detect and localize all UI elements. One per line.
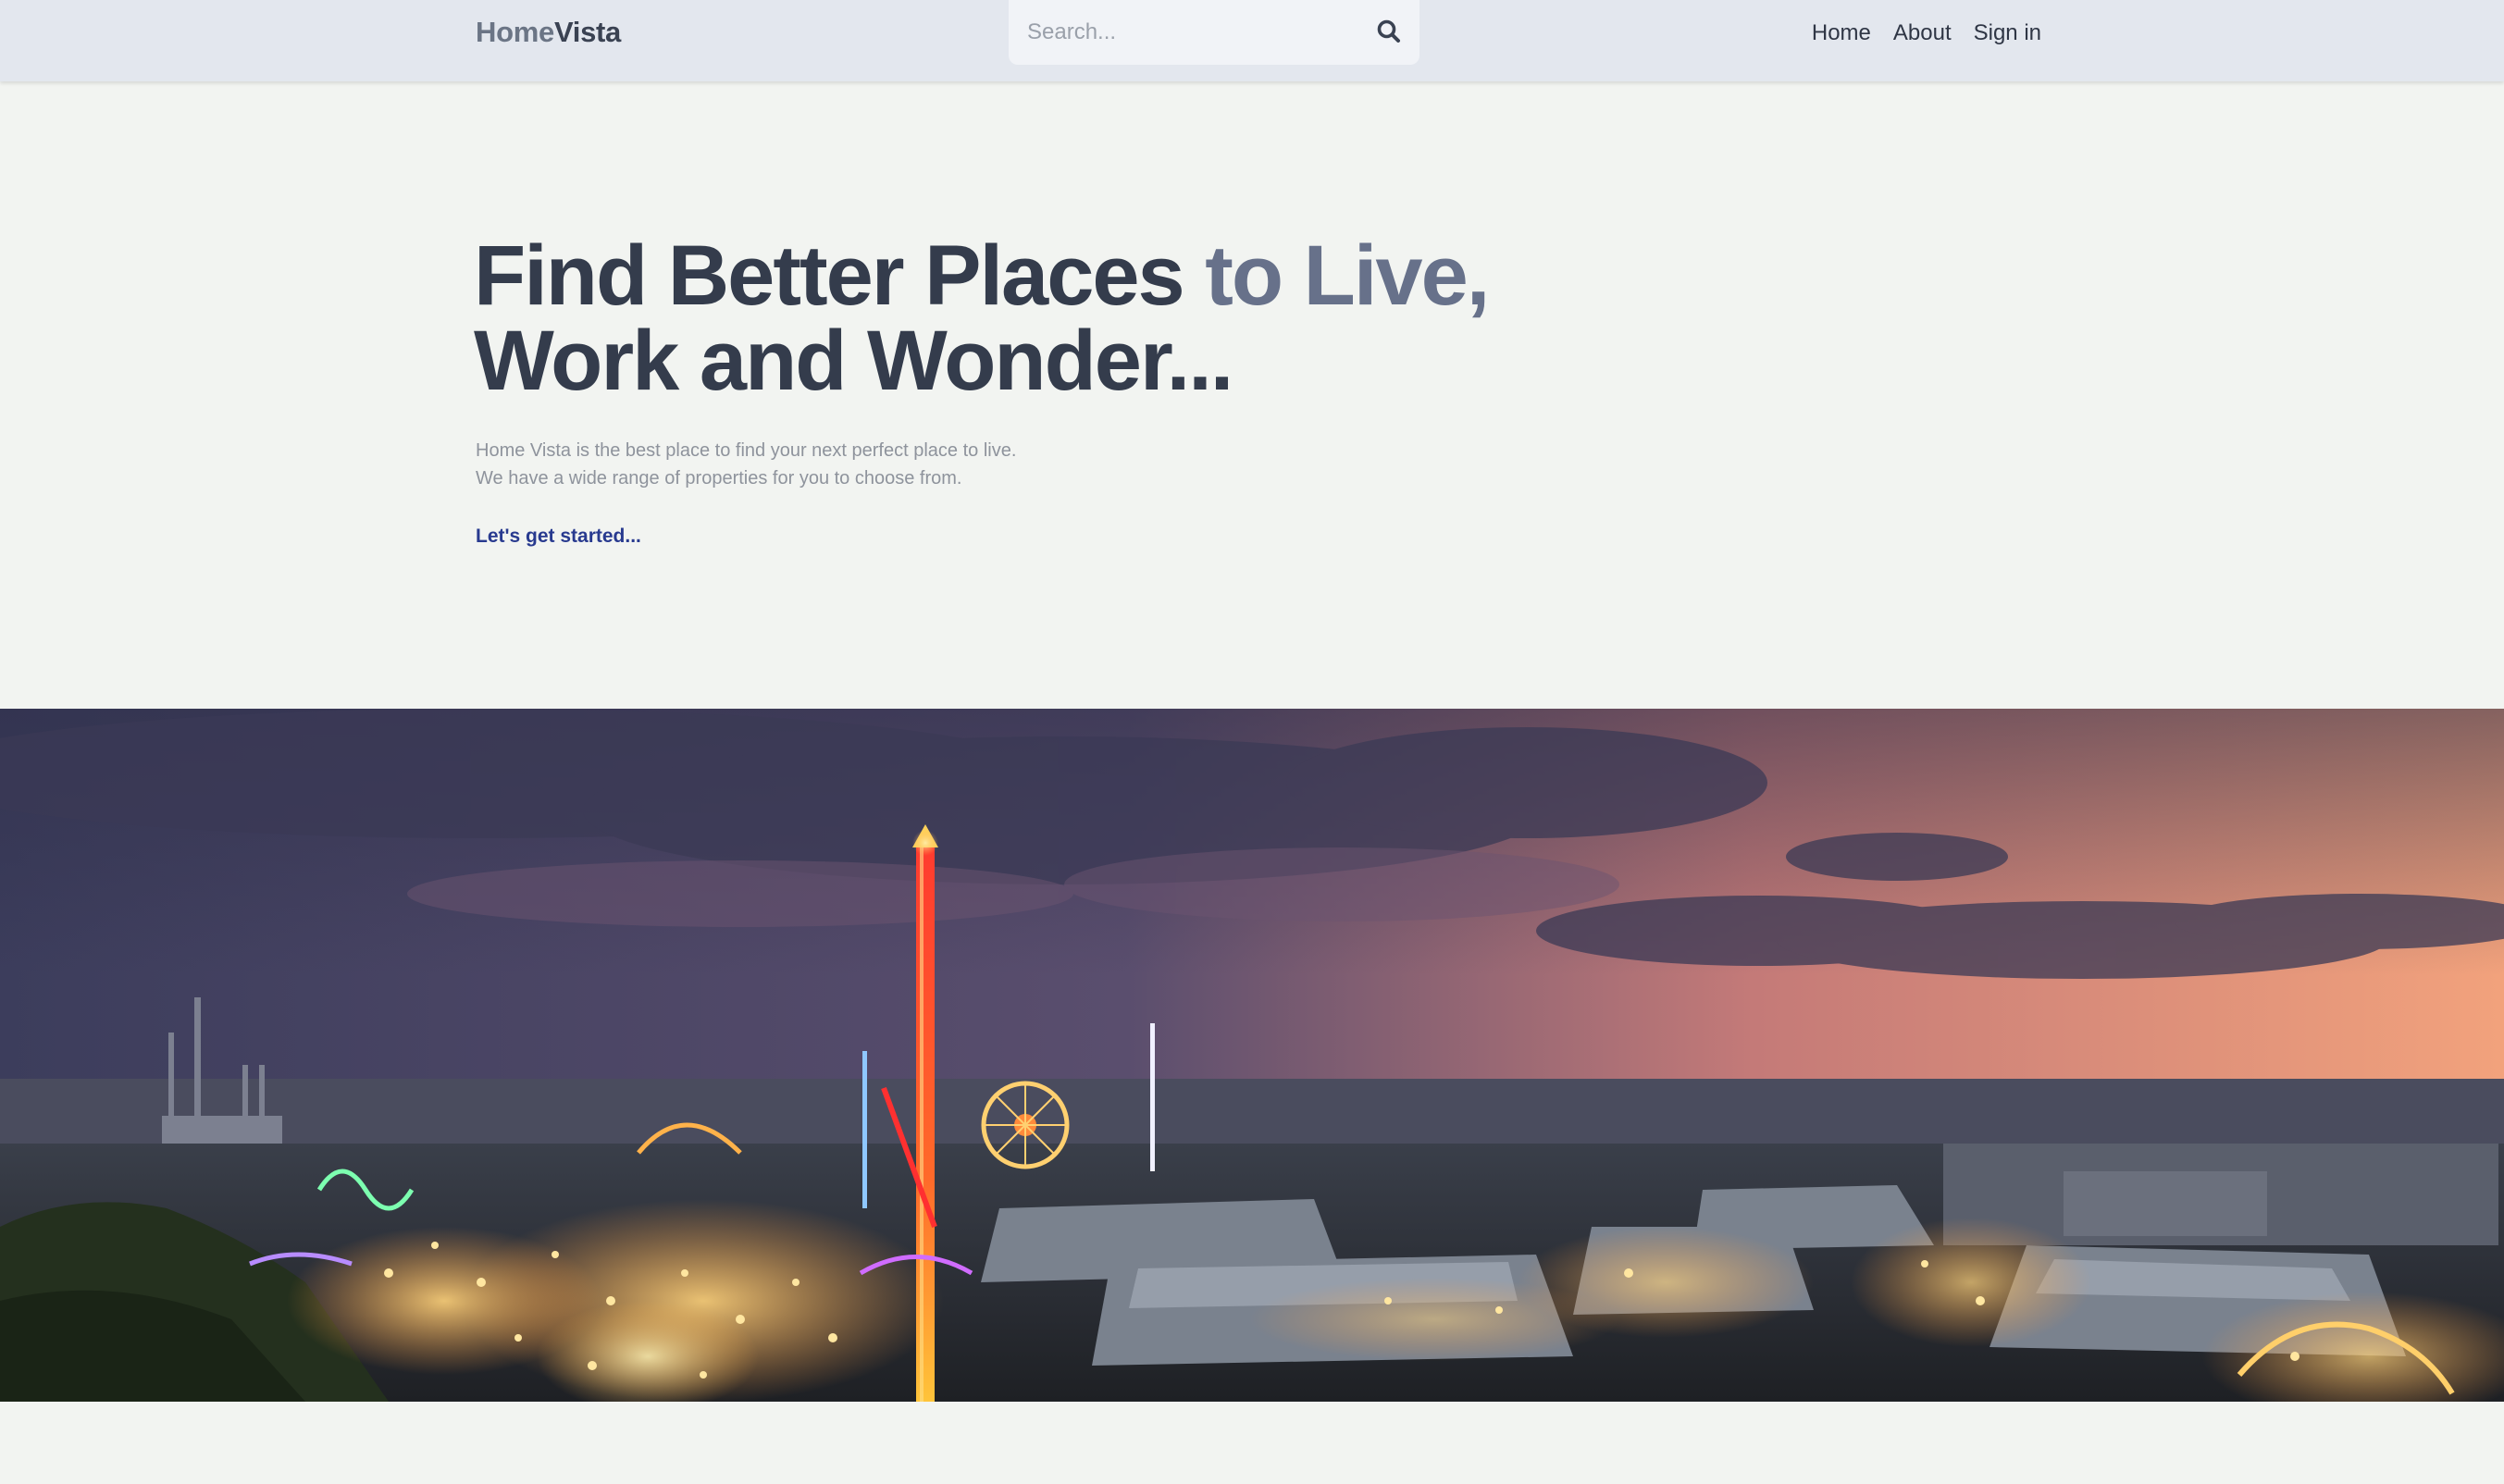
hero-title-part1: Find Better Places (474, 229, 1206, 323)
nav-about-link[interactable]: About (1893, 18, 1952, 49)
search-icon[interactable] (1375, 18, 1403, 45)
brand-logo-part2: Vista (553, 16, 621, 48)
hero-title-part2: to Live, (1205, 229, 1490, 323)
hero-banner-image (0, 709, 2504, 1402)
get-started-link[interactable]: Let's get started... (476, 526, 641, 548)
search-input[interactable] (1025, 13, 1362, 52)
drop-tower (912, 824, 938, 1402)
brand-logo[interactable]: HomeVista (476, 16, 621, 49)
hero-title: Find Better Places to Live, Work and Won… (474, 233, 1490, 403)
nav-signin-link[interactable]: Sign in (1974, 18, 2041, 49)
search-box (1009, 0, 1419, 65)
city-skyline-illustration (0, 709, 2504, 1402)
brand-logo-part1: Home (476, 16, 554, 48)
hero-subtitle-line2: We have a wide range of properties for y… (476, 468, 962, 488)
ferris-wheel (981, 1081, 1070, 1169)
hero-title-line2: Work and Wonder... (474, 314, 1233, 408)
nav-home-link[interactable]: Home (1812, 18, 1871, 49)
hero-subtitle-line1: Home Vista is the best place to find you… (476, 440, 1017, 461)
navbar: HomeVista Home About Sign in (0, 0, 2504, 81)
hero-subtitle: Home Vista is the best place to find you… (476, 437, 1216, 492)
nav-links: Home About Sign in (1812, 17, 2041, 50)
